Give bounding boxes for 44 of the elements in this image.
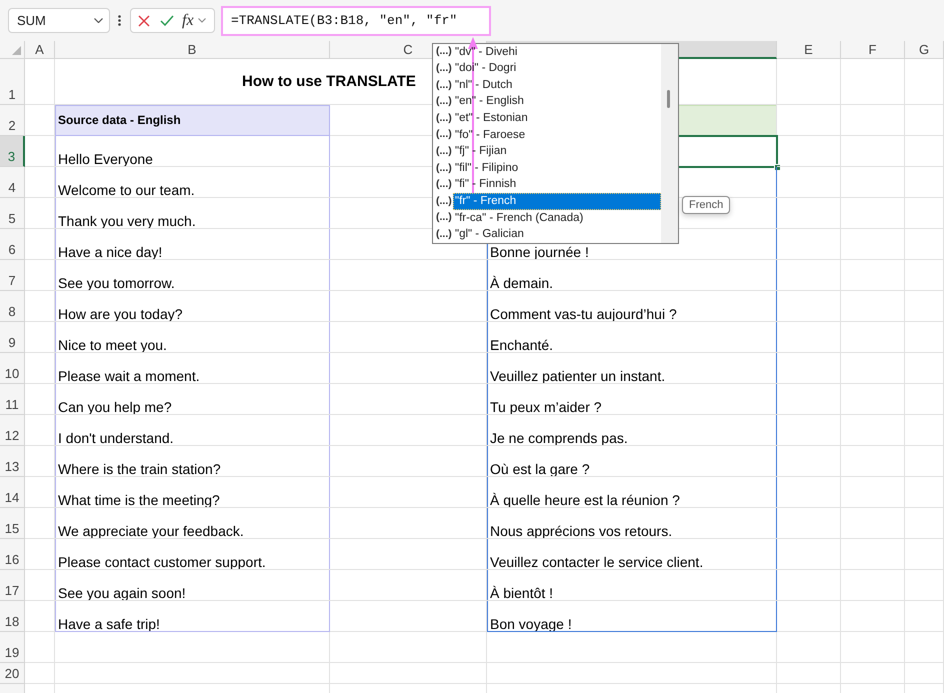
table-cell: I don't understand. bbox=[58, 431, 174, 445]
table-cell: Where is the train station? bbox=[58, 462, 221, 476]
table-cell: Veuillez patienter un instant. bbox=[490, 369, 666, 383]
table-cell: See you again soon! bbox=[58, 586, 186, 600]
table-cell: Où est la gare ? bbox=[490, 462, 590, 476]
table-cell: Comment vas-tu aujourd’hui ? bbox=[490, 307, 677, 321]
table-cell: Enchanté. bbox=[490, 338, 554, 352]
table-cell: À quelle heure est la réunion ? bbox=[490, 493, 680, 507]
parentheses-icon: (...) bbox=[433, 210, 453, 226]
sheet-title: How to use TRANSLATE bbox=[242, 72, 416, 92]
parentheses-icon: (...) bbox=[433, 177, 453, 193]
table-cell: What time is the meeting? bbox=[58, 493, 220, 507]
table-cell: À demain. bbox=[490, 276, 554, 290]
parentheses-icon: (...) bbox=[433, 127, 453, 144]
parentheses-icon: (...) bbox=[433, 226, 453, 243]
table-cell: Welcome to our team. bbox=[58, 183, 195, 197]
table-cell: Thank you very much. bbox=[58, 214, 196, 228]
table-cell: Bon voyage ! bbox=[490, 617, 572, 631]
parentheses-icon: (...) bbox=[433, 110, 453, 127]
table-cell: See you tomorrow. bbox=[58, 276, 175, 290]
tooltip: French bbox=[682, 196, 730, 214]
table-cell: Nice to meet you. bbox=[58, 338, 167, 352]
table-cell: Please contact customer support. bbox=[58, 555, 266, 569]
table-cell: Can you help me? bbox=[58, 400, 172, 414]
table-cell: Tu peux m’aider ? bbox=[490, 400, 602, 414]
table-cell: We appreciate your feedback. bbox=[58, 524, 244, 538]
parentheses-icon: (...) bbox=[433, 78, 453, 94]
header-cell: Source data - English bbox=[55, 105, 330, 136]
parentheses-icon: (...) bbox=[433, 144, 453, 160]
table-cell: Nous apprécions vos retours. bbox=[490, 524, 672, 538]
parentheses-icon: (...) bbox=[433, 61, 453, 77]
table-cell: Je ne comprends pas. bbox=[490, 431, 628, 445]
parentheses-icon: (...) bbox=[433, 194, 453, 210]
parentheses-icon: (...) bbox=[433, 160, 453, 176]
table-cell: Veuillez contacter le service client. bbox=[490, 555, 704, 569]
table-cell: À bientôt ! bbox=[490, 586, 554, 600]
table-cell: Please wait a moment. bbox=[58, 369, 200, 383]
table-cell: How are you today? bbox=[58, 307, 183, 321]
parentheses-icon: (...) bbox=[433, 94, 453, 110]
table-cell: Hello Everyone bbox=[58, 152, 153, 166]
table-cell: Bonne journée ! bbox=[490, 245, 589, 259]
table-cell: Have a nice day! bbox=[58, 245, 162, 259]
table-cell: Have a safe trip! bbox=[58, 617, 160, 631]
parentheses-icon: (...) bbox=[433, 44, 453, 60]
